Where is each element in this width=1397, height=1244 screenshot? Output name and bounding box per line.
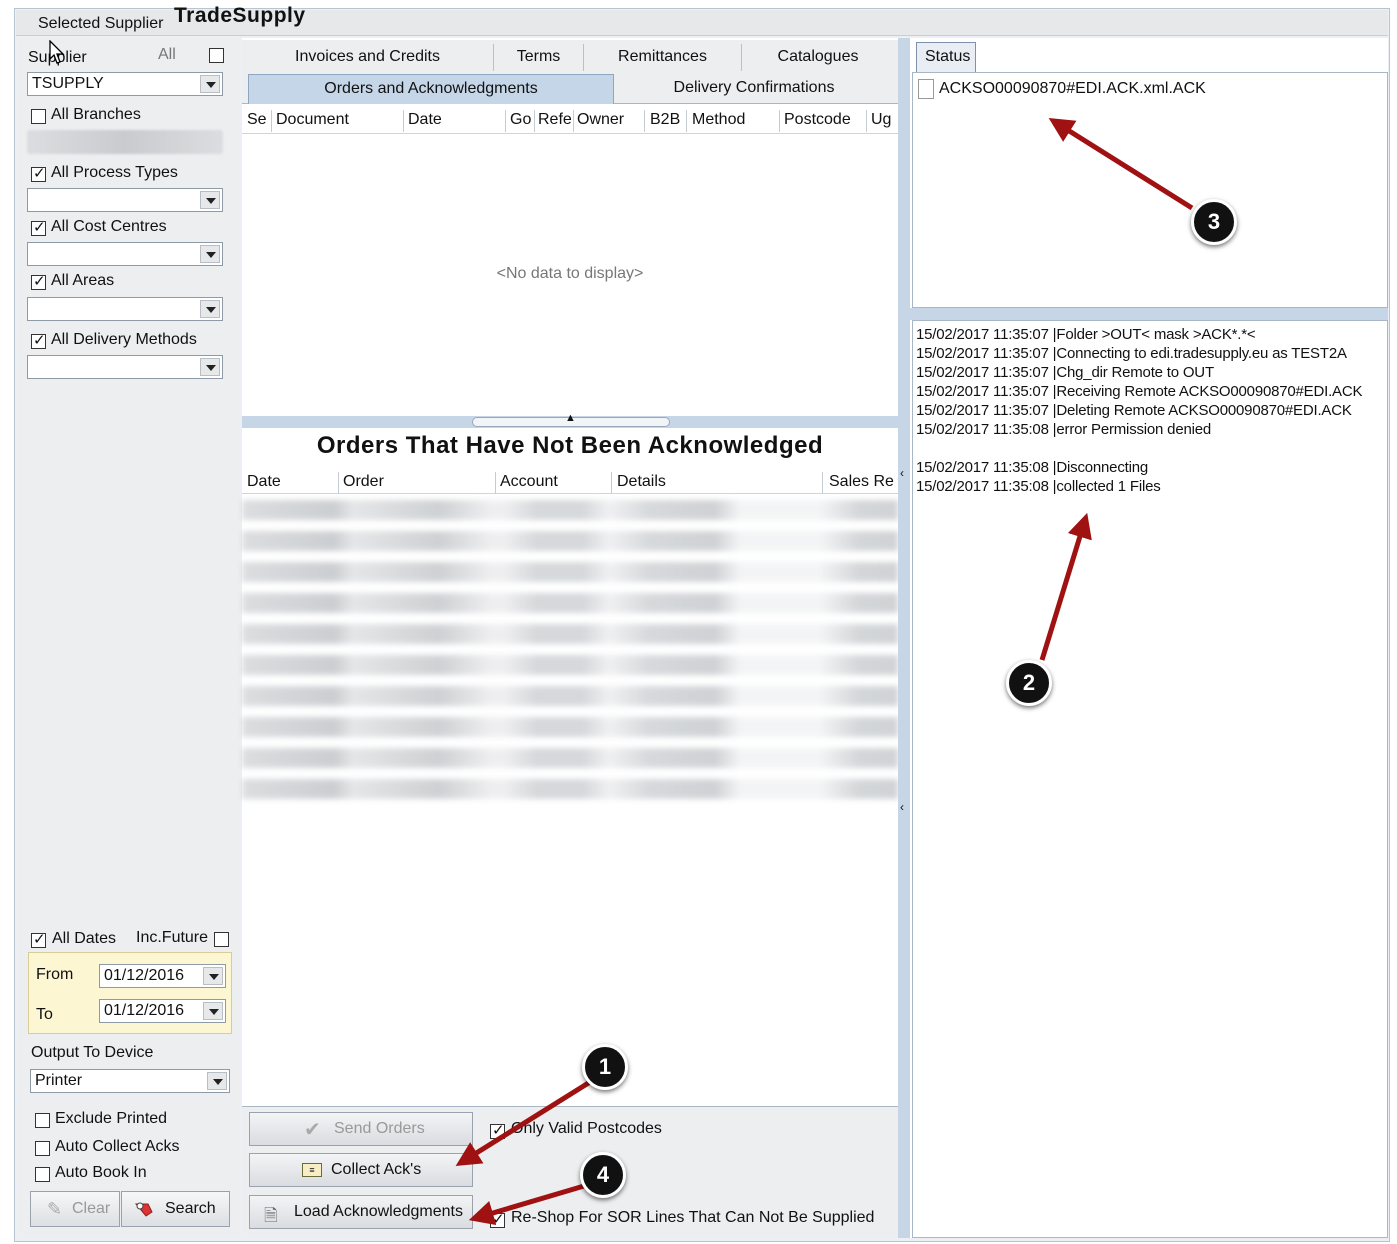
- annotation-badge-1: 1: [582, 1044, 628, 1090]
- annotation-badge-4: 4: [580, 1152, 626, 1198]
- annotation-badge-3: 3: [1191, 199, 1237, 245]
- arrow-3: [1048, 118, 1194, 211]
- annotation-badge-2: 2: [1006, 660, 1052, 706]
- arrow-4: [468, 1183, 585, 1226]
- arrow-2: [1039, 512, 1092, 661]
- arrow-1: [455, 1079, 592, 1166]
- annotation-arrows: [455, 118, 1194, 1226]
